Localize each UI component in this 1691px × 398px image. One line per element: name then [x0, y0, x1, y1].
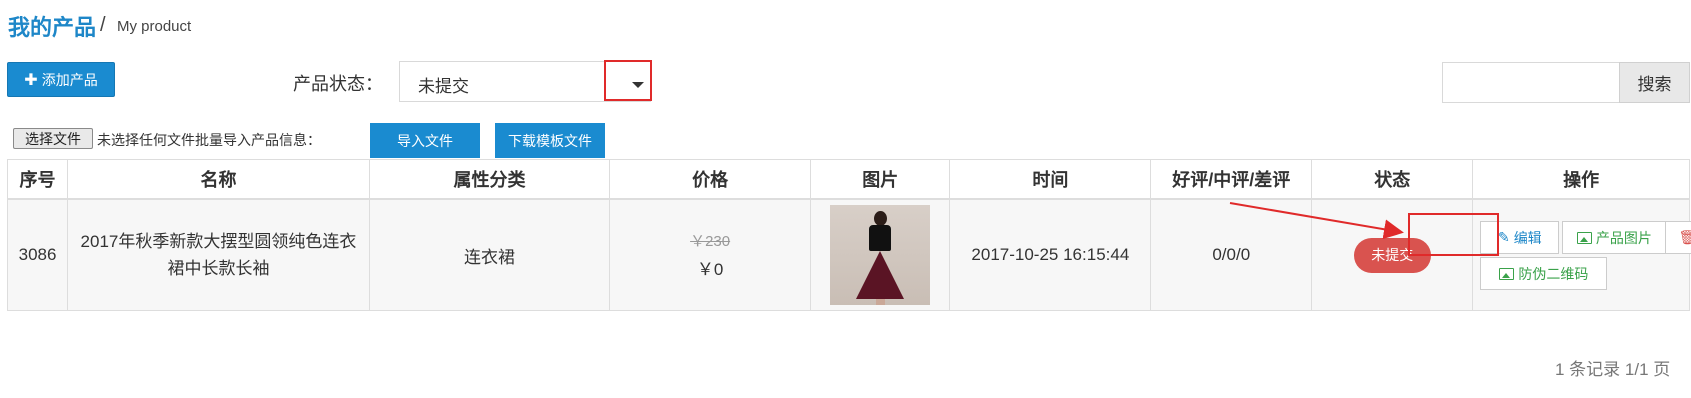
product-photos-button[interactable]: 产品图片	[1562, 221, 1667, 254]
col-header-price: 价格	[609, 159, 811, 200]
image-icon	[1576, 231, 1592, 244]
qrcode-label: 防伪二维码	[1518, 265, 1589, 282]
cell-price: ￥230 ￥0	[609, 198, 811, 311]
file-import-note: 未选择任何文件批量导入产品信息：	[97, 132, 321, 148]
col-header-reviews: 好评/中评/差评	[1150, 159, 1313, 200]
table-header-row: 序号 名称 属性分类 价格 图片 时间 好评/中评/差评 状态 操作	[6, 159, 1690, 200]
edit-label: 编辑	[1513, 229, 1542, 246]
chevron-down-icon	[632, 82, 644, 88]
current-price: ￥0	[696, 260, 724, 279]
product-thumbnail[interactable]	[830, 205, 931, 305]
cell-time: 2017-10-25 16:15:44	[949, 198, 1152, 311]
col-header-image: 图片	[809, 159, 951, 200]
cell-category: 连衣裙	[368, 198, 611, 311]
plus-icon: ✚	[24, 71, 38, 89]
anti-counterfeit-qrcode-button[interactable]: 防伪二维码	[1480, 257, 1608, 290]
search-button[interactable]: 搜索	[1619, 62, 1690, 103]
product-photos-label: 产品图片	[1595, 229, 1652, 246]
page-title: 我的产品	[8, 15, 97, 40]
col-header-status: 状态	[1311, 159, 1474, 200]
edit-icon: ✎	[1497, 229, 1510, 245]
page-subtitle: My product	[117, 18, 192, 35]
dropdown-highlight-box[interactable]	[604, 60, 652, 101]
trash-icon: 🗑	[1678, 229, 1691, 245]
choose-file-button[interactable]: 选择文件	[13, 128, 93, 149]
image-icon	[1499, 267, 1515, 280]
title-separator: /	[100, 14, 106, 36]
col-header-name: 名称	[67, 159, 370, 200]
search-input[interactable]	[1442, 62, 1620, 103]
download-template-button[interactable]: 下载模板文件	[495, 123, 605, 158]
cell-actions: ✎ 编辑 产品图片 🗑 删除 防伪二维码	[1472, 198, 1691, 311]
col-header-id: 序号	[6, 159, 69, 200]
delete-button[interactable]: 🗑 删除	[1665, 221, 1691, 254]
add-product-label: 添加产品	[41, 71, 98, 88]
cell-id: 3086	[6, 198, 69, 311]
col-header-actions: 操作	[1472, 159, 1690, 200]
cell-image	[809, 198, 951, 311]
status-select-value: 未提交	[418, 77, 469, 96]
status-filter-label: 产品状态：	[293, 74, 383, 94]
import-file-button[interactable]: 导入文件	[370, 123, 480, 158]
col-header-time: 时间	[949, 159, 1152, 200]
original-price: ￥230	[690, 233, 731, 250]
cell-reviews[interactable]: 0/0/0	[1150, 198, 1313, 311]
pagination-info: 1 条记录 1/1 页	[1555, 360, 1671, 379]
edit-highlight-box	[1408, 213, 1499, 256]
cell-name: 2017年秋季新款大摆型圆领纯色连衣裙中长款长袖	[67, 198, 370, 311]
col-header-category: 属性分类	[368, 159, 611, 200]
add-product-button[interactable]: ✚ 添加产品	[7, 62, 115, 97]
